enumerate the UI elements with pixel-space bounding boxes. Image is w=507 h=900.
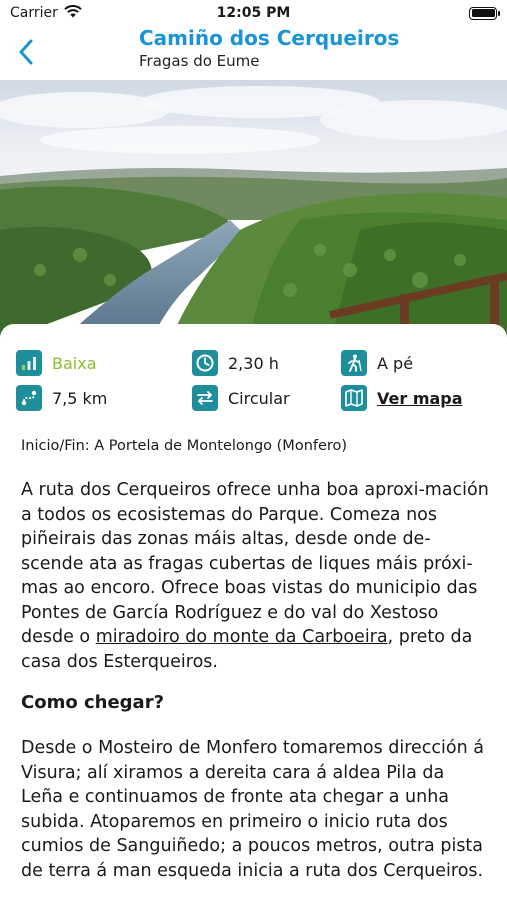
info-route-type: Circular (192, 385, 290, 411)
view-map-label: Ver mapa (377, 388, 463, 408)
battery-icon (469, 6, 500, 20)
info-difficulty: Baixa (16, 350, 97, 376)
chevron-left-icon (19, 39, 33, 65)
mode-value: A pé (377, 353, 414, 373)
info-distance: 7,5 km (16, 385, 107, 411)
duration-value: 2,30 h (228, 353, 279, 373)
content-sheet: Baixa 2,30 h A pé 7,5 km Circular Ver ma… (0, 324, 507, 900)
back-button[interactable] (12, 36, 40, 68)
how-to-get-text: Desde o Mosteiro de Monfero tomaremos di… (21, 738, 484, 881)
status-time: 12:05 PM (216, 5, 291, 21)
difficulty-value: Baixa (52, 353, 97, 373)
map-icon (341, 385, 367, 411)
route-distance-icon (16, 385, 42, 411)
miradoiro-link[interactable]: miradoiro do monte da Carboeira (96, 627, 388, 647)
how-to-get-heading: Como chegar? (21, 692, 165, 713)
route-type-value: Circular (228, 388, 290, 408)
difficulty-bars-icon (16, 350, 42, 376)
status-bar: Carrier 12:05 PM (0, 0, 507, 26)
start-end-text: Inicio/Fin: A Portela de Montelongo (Mon… (21, 438, 348, 454)
navigation-bar: Camiño dos Cerqueiros Fragas do Eume (0, 26, 507, 78)
clock-icon (192, 350, 218, 376)
description-text-before: A ruta dos Cerqueiros ofrece unha boa ap… (21, 480, 489, 647)
info-duration: 2,30 h (192, 350, 279, 376)
view-map-link[interactable]: Ver mapa (341, 385, 463, 411)
info-mode: A pé (341, 350, 413, 376)
page-subtitle: Fragas do Eume (139, 52, 260, 70)
page-title: Camiño dos Cerqueiros (139, 26, 400, 50)
circular-arrows-icon (192, 385, 218, 411)
hero-image (0, 80, 507, 342)
distance-value: 7,5 km (52, 388, 108, 408)
hiker-icon (341, 350, 367, 376)
route-description: A ruta dos Cerqueiros ofrece unha boa ap… (21, 478, 491, 674)
